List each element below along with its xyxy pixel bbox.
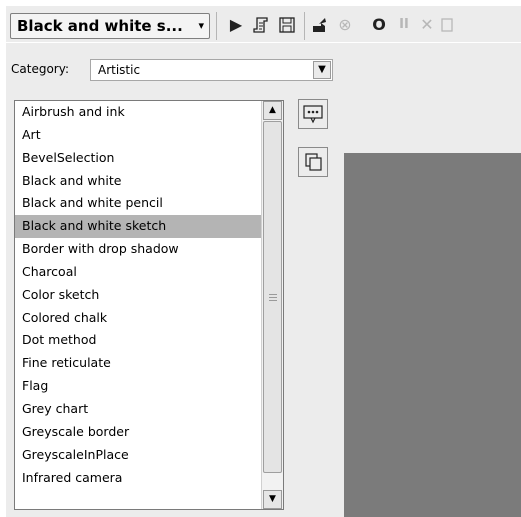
list-item[interactable]: Greyscale border [15, 421, 283, 444]
list-item[interactable]: Flag [15, 375, 283, 398]
scroll-down-button[interactable]: ▼ [263, 490, 282, 509]
list-item[interactable]: Border with drop shadow [15, 238, 283, 261]
list-item[interactable]: Color sketch [15, 284, 283, 307]
preset-dropdown[interactable]: Black and white s... ▾ [10, 13, 210, 39]
scrollbar[interactable]: ▲ ▼ [261, 101, 283, 509]
scrollbar-thumb[interactable] [263, 121, 282, 473]
list-item[interactable]: Fine reticulate [15, 352, 283, 375]
preview-icon [303, 105, 323, 124]
list-item[interactable]: Black and white [15, 170, 283, 193]
scroll-up-button[interactable]: ▲ [263, 101, 282, 120]
canvas-header-area [344, 43, 521, 153]
cancel-icon: ⊗ [338, 15, 352, 34]
actions-panel: Category: Artistic ▼ Airbrush and ink Art… [6, 43, 344, 517]
options-icon [441, 18, 453, 32]
scrollbar-grip [269, 297, 277, 298]
effects-list-items: Airbrush and ink Art BevelSelection Black a… [15, 101, 283, 489]
list-item[interactable]: Black and white pencil [15, 192, 283, 215]
list-item[interactable]: GreyscaleInPlace [15, 444, 283, 467]
preview-button[interactable] [298, 99, 328, 129]
category-label: Category: [11, 62, 69, 76]
save-button[interactable] [276, 13, 298, 37]
close-button[interactable]: ✕ [416, 13, 438, 37]
export-button[interactable] [310, 13, 332, 37]
image-canvas[interactable] [344, 153, 521, 517]
effects-list: Airbrush and ink Art BevelSelection Black a… [14, 100, 284, 510]
toolbar-separator [216, 12, 217, 40]
copy-button[interactable] [298, 147, 328, 177]
list-item[interactable]: Dot method [15, 329, 283, 352]
toolbar: Black and white s... ▾ ▶ ⊗ O II ✕ [6, 6, 521, 42]
copy-icon [305, 153, 322, 171]
close-icon: ✕ [420, 15, 434, 34]
pause-button[interactable]: II [393, 13, 415, 37]
pause-icon: II [399, 17, 409, 32]
list-item[interactable]: BevelSelection [15, 147, 283, 170]
record-button[interactable]: O [368, 13, 390, 37]
list-item[interactable]: Colored chalk [15, 307, 283, 330]
scrollbar-grip [269, 300, 277, 301]
export-icon [313, 18, 326, 32]
list-item[interactable]: Art [15, 124, 283, 147]
scrollbar-grip [269, 294, 277, 295]
list-item[interactable]: Infrared camera [15, 467, 283, 490]
chevron-down-icon: ▾ [198, 19, 204, 32]
cancel-button[interactable]: ⊗ [334, 13, 356, 37]
play-button[interactable]: ▶ [225, 13, 247, 37]
list-item[interactable]: Airbrush and ink [15, 101, 283, 124]
play-icon: ▶ [229, 15, 243, 34]
category-select-value: Artistic [98, 63, 141, 77]
list-item[interactable]: Black and white sketch [15, 215, 283, 239]
chevron-down-icon[interactable]: ▼ [313, 61, 331, 79]
list-item[interactable]: Grey chart [15, 398, 283, 421]
script-icon [253, 17, 268, 33]
list-item[interactable]: Charcoal [15, 261, 283, 284]
save-icon [279, 17, 295, 33]
category-select[interactable]: Artistic ▼ [90, 59, 333, 81]
preset-dropdown-label: Black and white s... [17, 17, 183, 35]
script-button[interactable] [251, 13, 273, 37]
record-icon: O [372, 15, 386, 34]
toolbar-separator [304, 12, 305, 40]
more-button[interactable] [440, 13, 454, 37]
